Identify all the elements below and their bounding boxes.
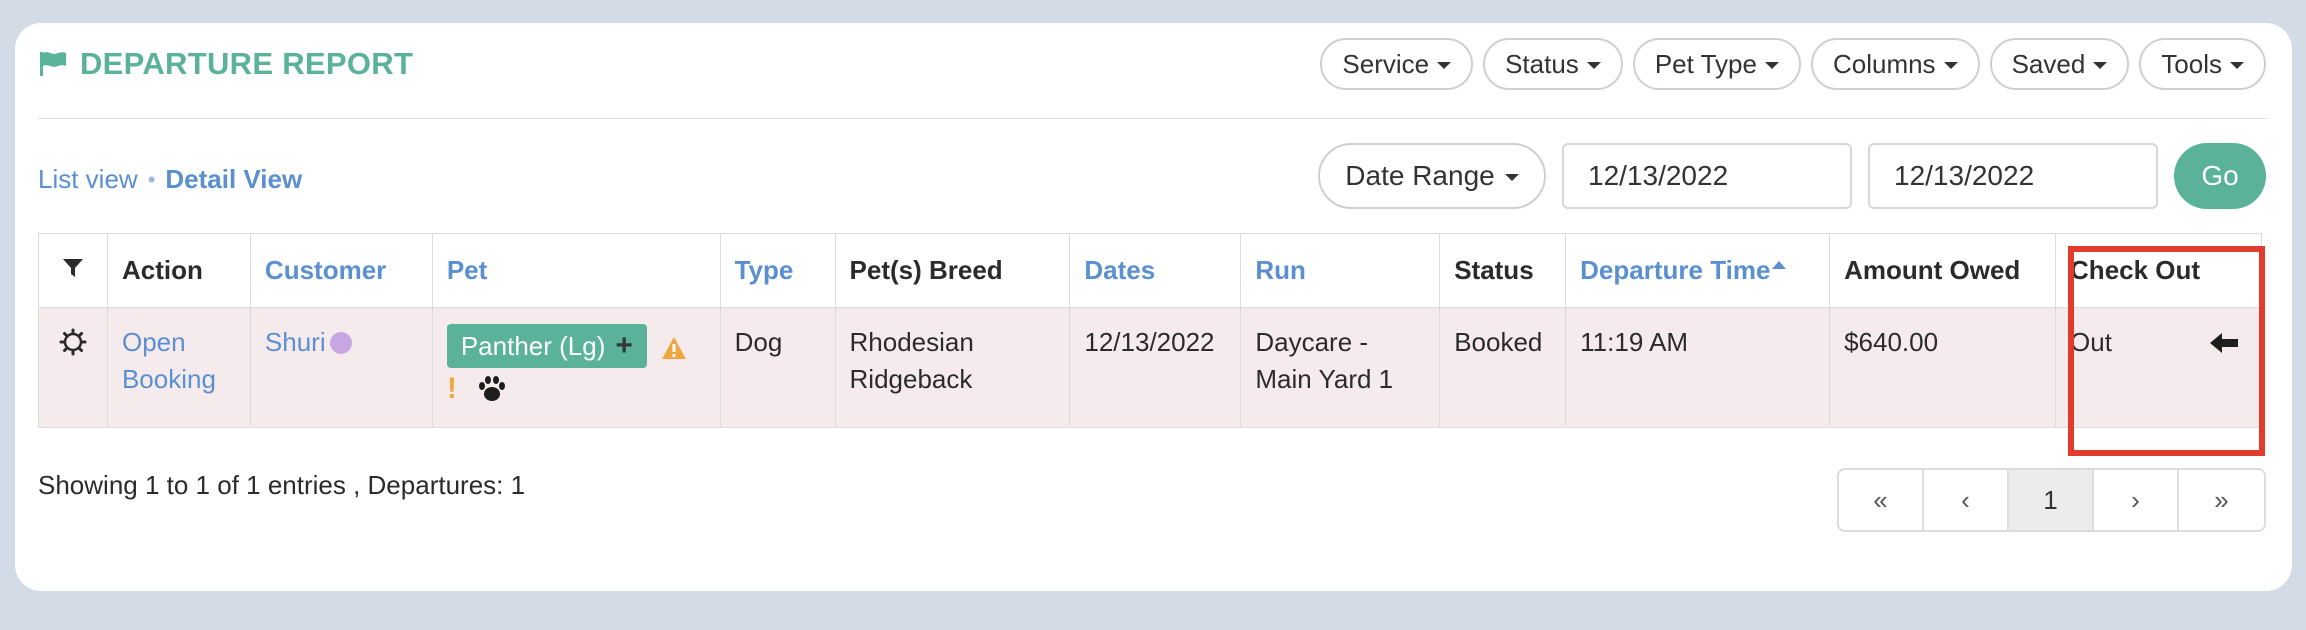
row-settings-cell[interactable]: [38, 307, 108, 428]
alert-icon[interactable]: !: [447, 370, 457, 407]
pagination: « ‹ 1 › »: [1837, 468, 2266, 532]
toolbar: Service Status Pet Type Columns Saved To…: [1320, 38, 2266, 90]
column-header-status: Status: [1439, 233, 1567, 308]
column-header-amount-owed: Amount Owed: [1829, 233, 2057, 308]
paw-icon[interactable]: [477, 375, 507, 403]
list-view-link[interactable]: List view: [38, 164, 138, 195]
customer-cell: Shuri: [249, 307, 433, 428]
pet-cell: Panther (Lg) + !: [431, 307, 721, 428]
warning-icon[interactable]: [661, 336, 687, 360]
filter-column-header[interactable]: [38, 233, 108, 308]
date-filters: Date Range Go: [1318, 143, 2266, 209]
run-cell: Daycare - Main Yard 1: [1240, 307, 1441, 428]
detail-view-link[interactable]: Detail View: [165, 164, 302, 195]
column-header-pet[interactable]: Pet: [431, 233, 721, 308]
breed-cell: Rhodesian Ridgeback: [834, 307, 1071, 428]
column-header-action: Action: [106, 233, 251, 308]
caret-down-icon: [1943, 62, 1958, 69]
column-header-breed: Pet(s) Breed: [834, 233, 1071, 308]
departure-time-cell: 11:19 AM: [1565, 307, 1831, 428]
amount-owed-cell: $640.00: [1829, 307, 2057, 428]
status-cell: Booked: [1439, 307, 1567, 428]
caret-down-icon: [1504, 174, 1519, 181]
view-switcher: List view • Detail View: [38, 164, 302, 195]
departure-table: Action Customer Pet Type Pet(s) Breed Da…: [38, 233, 2262, 428]
caret-down-icon: [1586, 62, 1601, 69]
table-row: Open Booking Shuri Panther (Lg) + ! Dog …: [38, 307, 2262, 428]
last-page-button[interactable]: »: [2179, 470, 2264, 530]
arrow-left-icon[interactable]: [2209, 331, 2239, 355]
gear-icon[interactable]: [59, 328, 87, 356]
customer-link[interactable]: Shuri: [265, 327, 326, 357]
caret-down-icon: [1437, 62, 1452, 69]
caret-down-icon: [2230, 62, 2244, 69]
columns-dropdown[interactable]: Columns: [1810, 38, 1980, 90]
status-dropdown[interactable]: Status: [1483, 38, 1623, 90]
entries-summary: Showing 1 to 1 of 1 entries , Departures…: [38, 470, 526, 500]
tools-dropdown[interactable]: Tools: [2139, 38, 2266, 90]
type-cell: Dog: [719, 307, 836, 428]
pet-type-dropdown[interactable]: Pet Type: [1632, 38, 1801, 90]
saved-dropdown[interactable]: Saved: [1989, 38, 2130, 90]
next-page-button[interactable]: ›: [2094, 470, 2179, 530]
column-header-type[interactable]: Type: [719, 233, 836, 308]
check-out-status: Out: [2070, 327, 2112, 357]
column-header-departure-time[interactable]: Departure Time: [1565, 233, 1831, 308]
service-dropdown[interactable]: Service: [1320, 38, 1474, 90]
date-range-dropdown[interactable]: Date Range: [1318, 143, 1546, 209]
go-button[interactable]: Go: [2174, 143, 2266, 209]
end-date-input[interactable]: [1868, 143, 2158, 209]
prev-page-button[interactable]: ‹: [1924, 470, 2009, 530]
caret-down-icon: [2093, 62, 2108, 69]
view-separator: •: [147, 166, 156, 192]
first-page-button[interactable]: «: [1839, 470, 1924, 530]
pet-icons: !: [447, 370, 706, 407]
page-title: DEPARTURE REPORT: [38, 44, 413, 84]
filter-icon[interactable]: [62, 257, 84, 279]
page-1-button[interactable]: 1: [2009, 470, 2094, 530]
column-header-customer[interactable]: Customer: [249, 233, 433, 308]
header-divider: [38, 118, 2268, 119]
column-header-check-out: Check Out: [2055, 233, 2262, 308]
table-header-row: Action Customer Pet Type Pet(s) Breed Da…: [38, 233, 2262, 308]
plus-icon[interactable]: +: [615, 328, 633, 364]
caret-down-icon: [1764, 62, 1779, 69]
customer-status-dot: [329, 332, 352, 354]
column-header-dates[interactable]: Dates: [1069, 233, 1242, 308]
page-title-text: DEPARTURE REPORT: [80, 46, 414, 81]
pet-badge[interactable]: Panther (Lg) +: [446, 324, 647, 368]
check-out-cell: Out: [2055, 307, 2262, 428]
dates-cell: 12/13/2022: [1069, 307, 1242, 428]
column-header-run[interactable]: Run: [1240, 233, 1441, 308]
start-date-input[interactable]: [1562, 143, 1852, 209]
action-cell: Open Booking: [106, 307, 251, 428]
flag-icon: [40, 52, 66, 76]
open-booking-link[interactable]: Open Booking: [122, 327, 216, 394]
sort-ascending-icon: [1772, 261, 1787, 269]
